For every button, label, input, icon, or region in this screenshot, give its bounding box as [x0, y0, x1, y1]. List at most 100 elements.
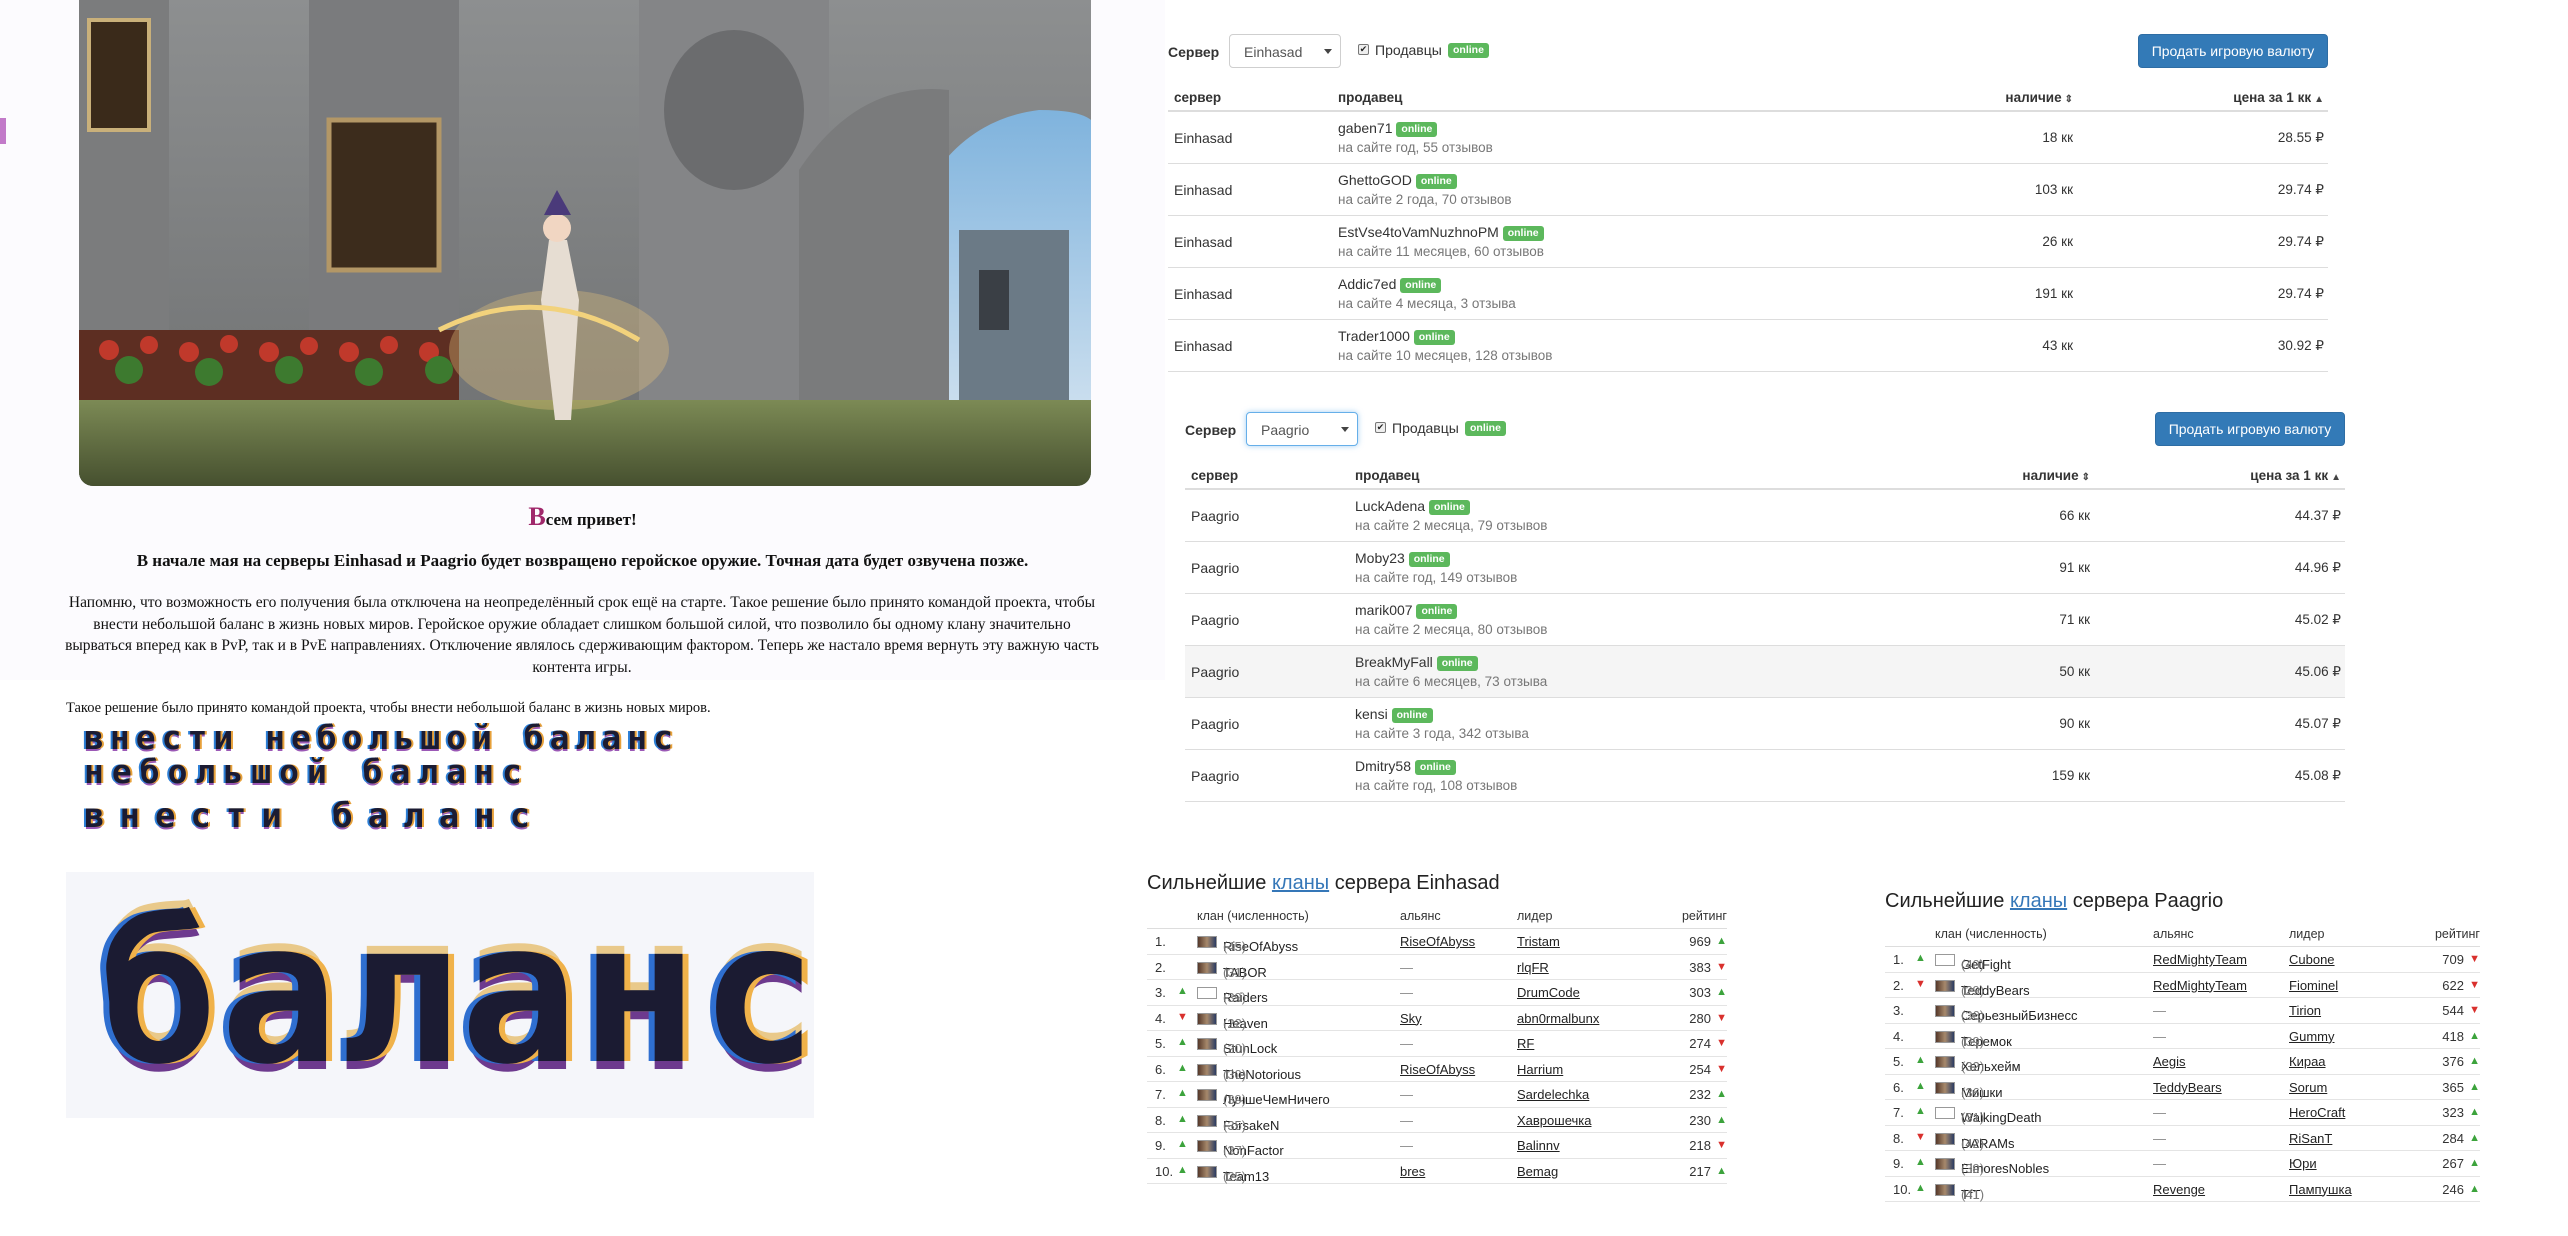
clan-row[interactable]: 5. ▲ Хельхейм (32) Aegis Кираа 376 ▲	[1885, 1049, 2480, 1075]
clan-row[interactable]: 6. ▲ Мишки (36) TeddyBears Sorum 365 ▲	[1885, 1075, 2480, 1100]
clan-row[interactable]: 4. ▼ Heaven (22) Sky abn0rmalbunx 280 ▼	[1147, 1006, 1727, 1031]
clan-alliance[interactable]: TeddyBears	[2153, 1080, 2222, 1095]
clan-leader[interactable]: Sorum	[2289, 1080, 2327, 1095]
clan-row[interactable]: 1. RiseOfAbyss (45) RiseOfAbyss Tristam 969 ▲	[1147, 929, 1727, 955]
clan-row[interactable]: 9. ▲ NonFactor (37) — Balinnv 218 ▼	[1147, 1133, 1727, 1159]
clan-score: 969	[1689, 934, 1711, 949]
clan-leader[interactable]: Кираа	[2289, 1054, 2326, 1069]
clan-leader[interactable]: Пампушка	[2289, 1182, 2352, 1197]
server-select[interactable]: Einhasad	[1229, 34, 1341, 68]
seller-name[interactable]: marik007	[1355, 602, 1413, 618]
clan-leader[interactable]: Harrium	[1517, 1062, 1563, 1077]
clan-leader[interactable]: Юри	[2289, 1156, 2317, 1171]
col-quantity[interactable]: наличие ⇕	[2022, 468, 2090, 483]
clan-alliance[interactable]: RiseOfAbyss	[1400, 934, 1475, 949]
clans-link[interactable]: кланы	[2010, 890, 2067, 912]
clan-leader[interactable]: RiSanT	[2289, 1131, 2332, 1146]
sell-currency-button[interactable]: Продать игровую валюту	[2138, 34, 2328, 68]
clan-alliance[interactable]: RiseOfAbyss	[1400, 1062, 1475, 1077]
quote-text: Такое решение было принято командой прое…	[66, 700, 711, 716]
clan-alliance[interactable]: Aegis	[2153, 1054, 2186, 1069]
server-select[interactable]: Paagrio	[1246, 412, 1358, 446]
table-row[interactable]: Paagrio LuckAdena online на сайте 2 месяц…	[1185, 490, 2345, 542]
clan-leader[interactable]: rlqFR	[1517, 960, 1549, 975]
clan-leader[interactable]: Tristam	[1517, 934, 1560, 949]
clan-leader[interactable]: Fiominel	[2289, 978, 2338, 993]
table-row-hovered[interactable]: Paagrio BreakMyFall online на сайте 6 мес…	[1185, 646, 2345, 698]
table-row[interactable]: Paagrio Dmitry58 online на сайте год, 108…	[1185, 750, 2345, 802]
clan-row[interactable]: 2. ▼ TeddyBears (29) RedMightyTeam Fiominel 6…	[1885, 973, 2480, 998]
sell-currency-button[interactable]: Продать игровую валюту	[2155, 412, 2345, 446]
clan-alliance[interactable]: bres	[1400, 1164, 1425, 1179]
seller-name[interactable]: EstVse4toVamNuzhnoPM	[1338, 224, 1499, 240]
table-row[interactable]: Einhasad EstVse4toVamNuzhnoPM online на с…	[1168, 216, 2328, 268]
col-price[interactable]: цена за 1 кк ▲	[2233, 90, 2328, 105]
clan-row[interactable]: 5. ▲ StunLock (20) — RF 274 ▼	[1147, 1031, 1727, 1057]
clan-row[interactable]: 3. СерьезныйБизнесс (36) — Tirion 544 ▼	[1885, 998, 2480, 1024]
clan-row[interactable]: 7. ▲ WalkingDeath (31) — HeroCraft 323 ▲	[1885, 1100, 2480, 1126]
clan-row[interactable]: 8. ▼ DARAMs (42) — RiSanT 284 ▲	[1885, 1126, 2480, 1151]
table-row[interactable]: Paagrio kensi online на сайте 3 года, 342…	[1185, 698, 2345, 750]
sellers-online-checkbox[interactable]: ✔	[1375, 422, 1386, 433]
clan-score: 267	[2442, 1156, 2464, 1171]
clan-leader[interactable]: Cubone	[2289, 952, 2335, 967]
col-seller[interactable]: продавец	[1355, 468, 1419, 483]
seller-name[interactable]: Dmitry58	[1355, 758, 1411, 774]
clan-count: (20)	[1223, 1041, 1247, 1056]
seller-name[interactable]: Trader1000	[1338, 328, 1410, 344]
row-seller: Moby23 online на сайте год, 149 отзывов	[1355, 550, 1517, 585]
clan-leader[interactable]: RF	[1517, 1036, 1534, 1051]
col-quantity[interactable]: наличие ⇕	[2005, 90, 2073, 105]
clan-row[interactable]: 7. ▲ ЛучшеЧемНичего (39) — Sardelechka 232 ▲	[1147, 1082, 1727, 1108]
clan-row[interactable]: 10. ▲ Team13 (25) bres Bemag 217 ▲	[1147, 1159, 1727, 1184]
clan-leader[interactable]: Balinnv	[1517, 1138, 1560, 1153]
seller-name[interactable]: BreakMyFall	[1355, 654, 1433, 670]
table-row[interactable]: Einhasad gaben71 online на сайте год, 55 …	[1168, 112, 2328, 164]
clan-alliance[interactable]: Sky	[1400, 1011, 1422, 1026]
clan-leader[interactable]: Tirion	[2289, 1003, 2321, 1018]
seller-name[interactable]: gaben71	[1338, 120, 1393, 136]
seller-name[interactable]: GhettoGOD	[1338, 172, 1412, 188]
clan-alliance[interactable]: RedMightyTeam	[2153, 978, 2247, 993]
clan-leader[interactable]: Хаврошечка	[1517, 1113, 1591, 1128]
seller-name[interactable]: kensi	[1355, 706, 1388, 722]
online-badge: online	[1391, 708, 1433, 723]
clan-crest-icon	[1197, 1012, 1217, 1025]
clan-row[interactable]: 3. ▲ Raiders (39) — DrumCode 303 ▲	[1147, 980, 1727, 1006]
score-up-icon: ▲	[2469, 1080, 2480, 1093]
col-price[interactable]: цена за 1 кк ▲	[2250, 468, 2345, 483]
clan-crest-icon	[1197, 1038, 1217, 1050]
clan-rank: 8.	[1893, 1130, 1904, 1146]
clan-leader[interactable]: Sardelechka	[1517, 1087, 1589, 1102]
clan-leader[interactable]: abn0rmalbunx	[1517, 1011, 1599, 1026]
clan-row[interactable]: 4. Теремок (39) — Gummy 418 ▲	[1885, 1024, 2480, 1049]
clan-row[interactable]: 8. ▲ ForsakeN (35) — Хаврошечка 230 ▲	[1147, 1108, 1727, 1133]
clan-rank: 6.	[1155, 1061, 1166, 1077]
clan-alliance[interactable]: RedMightyTeam	[2153, 952, 2247, 967]
clan-row[interactable]: 6. ▲ TheNotorious (30) RiseOfAbyss Harrium 25…	[1147, 1057, 1727, 1082]
col-seller[interactable]: продавец	[1338, 90, 1402, 105]
table-row[interactable]: Einhasad GhettoGOD online на сайте 2 года…	[1168, 164, 2328, 216]
clan-leader[interactable]: Bemag	[1517, 1164, 1558, 1179]
table-row[interactable]: Einhasad Trader1000 online на сайте 10 ме…	[1168, 320, 2328, 372]
clan-row[interactable]: 2. TABOR (31) — rlqFR 383 ▼	[1147, 955, 1727, 980]
seller-name[interactable]: Addic7ed	[1338, 276, 1396, 292]
clans-link[interactable]: кланы	[1272, 872, 1329, 894]
clan-row[interactable]: 9. ▲ ElmoresNobles (39) — Юри 267 ▲	[1885, 1151, 2480, 1177]
col-server[interactable]: сервер	[1174, 90, 1221, 105]
table-header: сервер продавец наличие ⇕ цена за 1 кк ▲	[1168, 84, 2328, 112]
clan-row[interactable]: 1. ▲ GetFight (40) RedMightyTeam Cubone 709 ▼	[1885, 947, 2480, 973]
seller-name[interactable]: LuckAdena	[1355, 498, 1425, 514]
clan-leader[interactable]: HeroCraft	[2289, 1105, 2345, 1120]
table-row[interactable]: Paagrio Moby23 online на сайте год, 149 о…	[1185, 542, 2345, 594]
clan-row[interactable]: 10. ▲ TfT (41) Revenge Пампушка 246 ▲	[1885, 1177, 2480, 1202]
clan-alliance[interactable]: Revenge	[2153, 1182, 2205, 1197]
col-server[interactable]: сервер	[1191, 468, 1238, 483]
table-row[interactable]: Einhasad Addic7ed online на сайте 4 месяц…	[1168, 268, 2328, 320]
sellers-online-checkbox[interactable]: ✔	[1358, 44, 1369, 55]
clan-leader[interactable]: DrumCode	[1517, 985, 1580, 1000]
seller-name[interactable]: Moby23	[1355, 550, 1405, 566]
clan-leader[interactable]: Gummy	[2289, 1029, 2335, 1044]
table-row[interactable]: Paagrio marik007 online на сайте 2 месяца…	[1185, 594, 2345, 646]
row-price: 44.96 ₽	[2294, 560, 2341, 575]
